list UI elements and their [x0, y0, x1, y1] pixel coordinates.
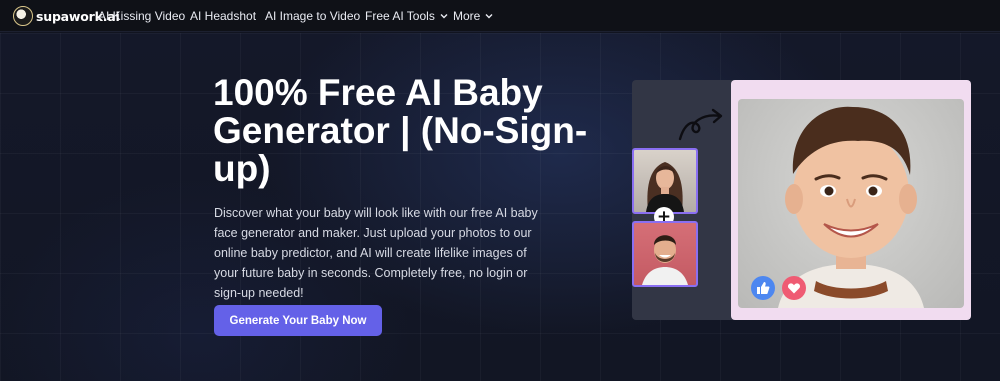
parent-photo-woman: [632, 148, 698, 214]
logo-mark-icon: [13, 6, 33, 26]
top-navigation: supawork.ai AI Kissing Video AI Headshot…: [0, 0, 1000, 32]
child-portrait-image: [778, 106, 924, 308]
hero-description: Discover what your baby will look like w…: [214, 206, 538, 300]
nav-item-ai-image-to-video[interactable]: AI Image to Video: [265, 9, 360, 23]
man-portrait-image: [642, 235, 688, 285]
woman-portrait-image: [646, 162, 684, 212]
chevron-down-icon: [440, 14, 448, 19]
generated-baby-photo: [738, 99, 964, 308]
nav-item-more[interactable]: More: [453, 9, 493, 23]
like-reaction: [751, 276, 775, 300]
chevron-down-icon: [485, 14, 493, 19]
curved-arrow-icon: [678, 108, 723, 141]
generate-baby-button[interactable]: Generate Your Baby Now: [214, 305, 382, 336]
nav-item-label: Free AI Tools: [365, 9, 435, 23]
nav-item-ai-headshot[interactable]: AI Headshot: [190, 9, 256, 23]
page-title: 100% Free AI Baby Generator | (No-Sign-u…: [213, 72, 588, 189]
parent-photo-man: [632, 221, 698, 287]
nav-item-free-ai-tools[interactable]: Free AI Tools: [365, 9, 448, 23]
thumbs-up-icon: [757, 282, 770, 294]
heart-reaction: [782, 276, 806, 300]
heart-icon: [788, 283, 800, 294]
nav-item-label: AI Kissing Video: [98, 9, 186, 23]
nav-item-label: More: [453, 9, 481, 23]
nav-item-label: AI Headshot: [190, 9, 257, 23]
nav-item-label: AI Image to Video: [265, 9, 361, 23]
nav-item-ai-kissing-video[interactable]: AI Kissing Video: [98, 9, 185, 23]
